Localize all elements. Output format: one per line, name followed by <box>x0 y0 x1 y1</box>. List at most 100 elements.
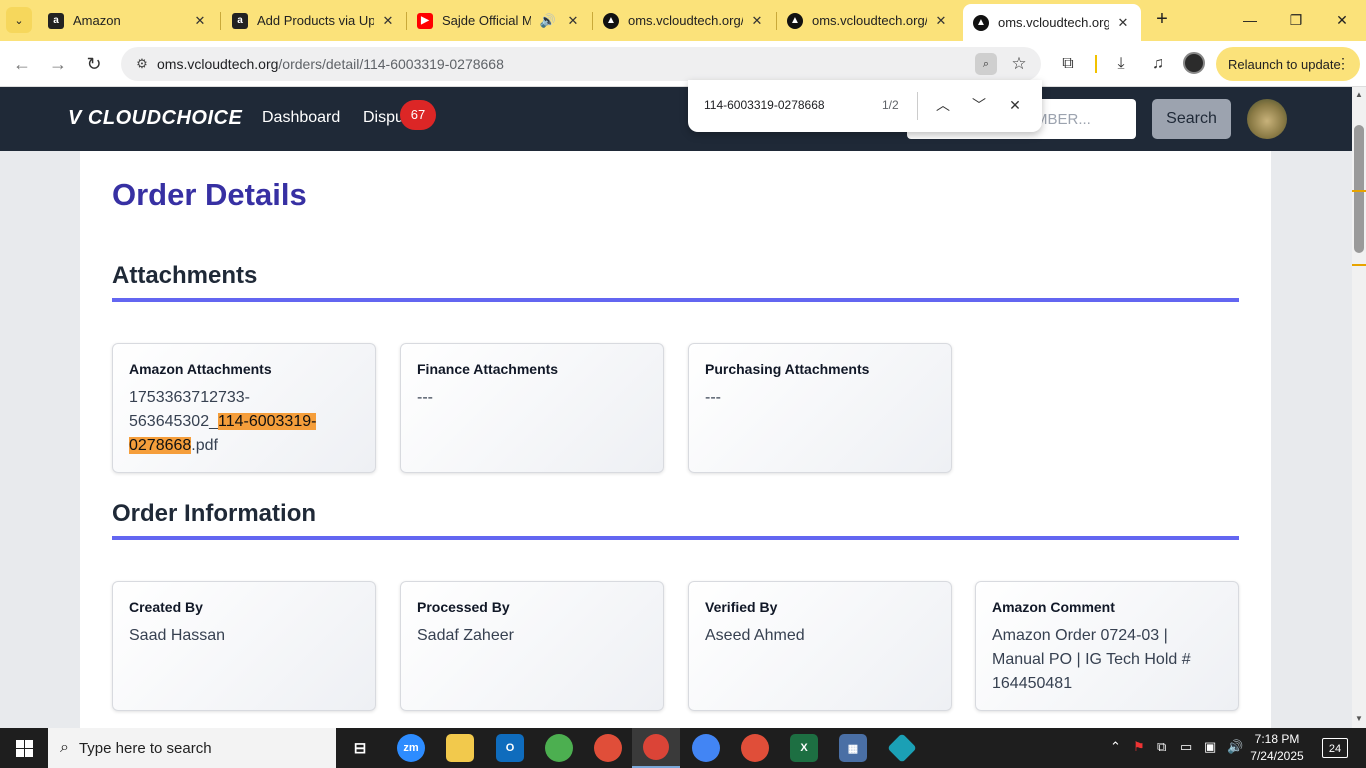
find-close-button[interactable]: ✕ <box>1004 94 1026 116</box>
attachment-file-link[interactable]: 1753363712733-563645302_114-6003319-0278… <box>129 386 359 458</box>
find-next-button[interactable]: ﹀ <box>968 94 990 116</box>
app-diamond-icon[interactable] <box>887 733 917 763</box>
find-input[interactable]: 114-6003319-0278668 <box>704 98 825 112</box>
new-tab-button[interactable]: + <box>1150 8 1174 32</box>
close-icon[interactable]: ✕ <box>1115 15 1131 31</box>
tab-amazon[interactable]: a Amazon ✕ <box>38 4 218 37</box>
chevron-down-icon: ﹀ <box>972 97 986 113</box>
notification-center-button[interactable]: 24 <box>1322 738 1348 758</box>
tab-title: oms.vcloudtech.org/ <box>628 13 743 28</box>
tab-title: Sajde Official Mu <box>442 13 531 28</box>
user-avatar[interactable] <box>1247 99 1287 139</box>
start-button[interactable] <box>0 728 48 768</box>
disputes-count-badge: 67 <box>400 100 436 130</box>
chevron-down-icon: ⌄ <box>14 14 24 27</box>
windows-logo-icon <box>15 739 33 757</box>
find-match-marker <box>1352 264 1366 266</box>
logo[interactable]: V CLOUDCHOICE <box>68 107 242 130</box>
task-view-icon[interactable]: ⊟ <box>346 734 374 762</box>
extensions-icon[interactable]: ⧉ <box>1056 52 1080 76</box>
speaker-icon[interactable]: 🔊 <box>537 13 559 29</box>
forward-button[interactable]: → <box>46 52 70 76</box>
acrobat-tray-icon[interactable]: ⚑ <box>1133 739 1145 755</box>
page-scrollbar[interactable]: ▲ ▼ <box>1352 87 1366 728</box>
vercel-icon: ▲ <box>973 14 989 31</box>
close-icon: ✕ <box>1336 12 1348 28</box>
reload-button[interactable]: ↻ <box>82 52 106 76</box>
download-icon[interactable]: ⤓ <box>1109 52 1133 76</box>
tab-oms-active[interactable]: ▲ oms.vcloudtech.org/ ✕ <box>963 4 1141 41</box>
volume-icon[interactable]: 🔊 <box>1227 739 1243 755</box>
bookmark-star-icon[interactable]: ☆ <box>1008 53 1030 75</box>
tab-add-products[interactable]: a Add Products via Upl ✕ <box>222 4 406 37</box>
card-label: Finance Attachments <box>417 361 559 377</box>
logo-text: CLOUDCHOICE <box>87 107 243 129</box>
file-explorer-icon[interactable] <box>446 734 474 762</box>
site-settings-icon[interactable]: ⚙ <box>133 55 151 73</box>
card-value: Aseed Ahmed <box>705 627 805 644</box>
attachments-heading: Attachments <box>112 262 258 289</box>
zoom-app-icon[interactable]: zm <box>397 734 425 762</box>
scroll-down-arrow-icon[interactable]: ▼ <box>1354 714 1364 724</box>
scroll-up-arrow-icon[interactable]: ▲ <box>1354 90 1364 100</box>
close-icon[interactable]: ✕ <box>749 13 765 29</box>
outlook-icon[interactable]: O <box>496 734 524 762</box>
close-window-button[interactable]: ✕ <box>1330 8 1354 32</box>
card-value: --- <box>417 389 433 406</box>
clock-date: 7/24/2025 <box>1250 749 1304 763</box>
close-icon[interactable]: ✕ <box>380 13 396 29</box>
find-in-page-bar: 114-6003319-0278668 1/2 ︿ ﹀ ✕ <box>688 80 1042 132</box>
section-divider <box>112 298 1239 302</box>
chrome-icon[interactable] <box>741 734 769 762</box>
plus-icon: + <box>1156 8 1168 30</box>
card-label: Verified By <box>705 599 778 615</box>
nav-disputes[interactable]: Dispu <box>363 109 404 127</box>
close-icon[interactable]: ✕ <box>565 13 581 29</box>
card-label: Amazon Attachments <box>129 361 272 377</box>
find-previous-button[interactable]: ︿ <box>932 94 954 116</box>
nav-dashboard[interactable]: Dashboard <box>262 109 340 127</box>
youtube-icon: ▶ <box>417 12 433 29</box>
tab-youtube[interactable]: ▶ Sajde Official Mu 🔊 ✕ <box>407 4 591 37</box>
page-title: Order Details <box>112 177 307 212</box>
media-control-icon[interactable]: ♫ <box>1146 52 1170 76</box>
excel-icon[interactable]: X <box>790 734 818 762</box>
tab-oms-1[interactable]: ▲ oms.vcloudtech.org/ ✕ <box>593 4 775 37</box>
card-label: Amazon Comment <box>992 599 1115 615</box>
amazon-attachments-card: Amazon Attachments 1753363712733-5636453… <box>112 343 376 473</box>
search-button[interactable]: Search <box>1152 99 1231 139</box>
minimize-icon: — <box>1243 12 1257 28</box>
tab-search-button[interactable]: ⌄ <box>6 7 32 33</box>
tab-oms-2[interactable]: ▲ oms.vcloudtech.org/ ✕ <box>777 4 959 37</box>
chrome-icon[interactable] <box>692 734 720 762</box>
calculator-icon[interactable]: ▦ <box>839 734 867 762</box>
find-in-page-icon[interactable]: ⌕ <box>975 53 997 75</box>
more-vertical-icon[interactable]: ⋮ <box>1336 55 1350 72</box>
restore-button[interactable]: ❐ <box>1284 8 1308 32</box>
chrome-active-icon[interactable] <box>632 728 680 768</box>
relaunch-button[interactable]: Relaunch to update ⋮ <box>1216 47 1360 81</box>
amazon-comment-card: Amazon Comment Amazon Order 0724-03 | Ma… <box>975 581 1239 711</box>
taskbar-search-box[interactable]: ⌕ Type here to search <box>48 728 336 768</box>
chevron-up-icon: ︿ <box>936 97 950 113</box>
address-bar[interactable]: ⚙ oms.vcloudtech.org/orders/detail/114-6… <box>121 47 1041 81</box>
close-icon[interactable]: ✕ <box>192 13 208 29</box>
tab-title: Amazon <box>73 13 121 28</box>
chrome-icon[interactable] <box>594 734 622 762</box>
tab-title: oms.vcloudtech.org/ <box>812 13 927 28</box>
battery-icon[interactable]: ▭ <box>1180 739 1192 755</box>
system-clock[interactable]: 7:18 PM 7/24/2025 <box>1242 731 1312 765</box>
minimize-button[interactable]: — <box>1238 8 1262 32</box>
screen-tray-icon[interactable]: ⧉ <box>1157 739 1166 755</box>
scrollbar-thumb[interactable] <box>1354 125 1364 253</box>
card-label: Purchasing Attachments <box>705 361 870 377</box>
network-icon[interactable]: ▣ <box>1204 739 1216 755</box>
close-icon[interactable]: ✕ <box>933 13 949 29</box>
card-value: --- <box>705 389 721 406</box>
back-button[interactable]: ← <box>10 52 34 76</box>
profile-avatar[interactable] <box>1183 52 1205 74</box>
logo-v-icon: V <box>68 107 82 129</box>
url-text[interactable]: oms.vcloudtech.org/orders/detail/114-600… <box>157 56 504 72</box>
tray-chevron-up-icon[interactable]: ⌃ <box>1110 739 1121 755</box>
chrome-icon[interactable] <box>545 734 573 762</box>
